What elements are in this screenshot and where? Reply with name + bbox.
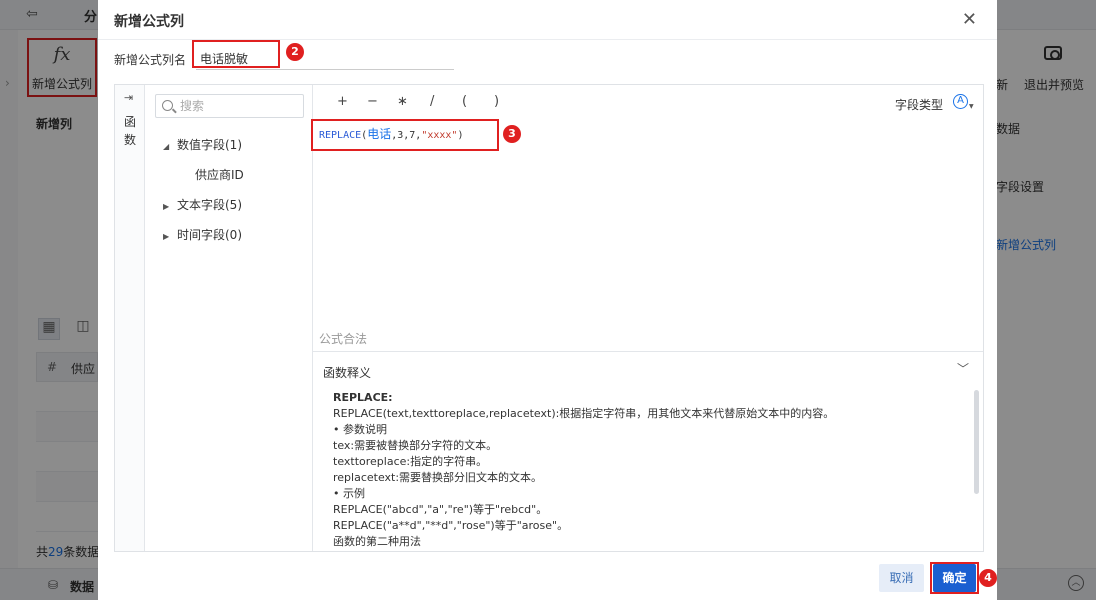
field-tree-panel: ◢数值字段(1) 供应商ID ▶文本字段(5) ▶时间字段(0): [145, 85, 313, 551]
multiply-operator[interactable]: ∗: [397, 94, 408, 109]
minus-operator[interactable]: −: [367, 94, 378, 109]
tree-node-numeric[interactable]: ◢ 数值字段(1): [163, 136, 242, 153]
caret-down-icon[interactable]: ▼: [969, 103, 974, 110]
search-icon: [162, 100, 173, 111]
plus-operator[interactable]: +: [337, 94, 348, 109]
expand-panel-icon[interactable]: ⇥: [124, 91, 133, 104]
highlight-formula-box: [311, 119, 499, 151]
description-line: 函数的第二种用法: [333, 535, 421, 548]
cancel-button[interactable]: 取消: [879, 564, 924, 592]
formula-valid-status: 公式合法: [319, 332, 368, 346]
callout-3: 3: [503, 125, 521, 143]
description-line: texttoreplace:指定的字符串。: [333, 455, 488, 468]
formula-editor: ⇥ 函数 ◢数值字段(1) 供应商ID ▶文本字段(5) ▶时间字段(0) + …: [114, 84, 984, 552]
caret-down-icon: ◢: [163, 142, 170, 151]
tree-node-time[interactable]: ▶ 时间字段(0): [163, 226, 242, 243]
operator-toolbar: + − ∗ / ( ) 字段类型 A ▼: [313, 85, 983, 119]
field-type-icon[interactable]: A: [953, 94, 968, 109]
description-line: REPLACE(text,texttoreplace,replacetext):…: [333, 407, 835, 420]
description-line: tex:需要被替换部分字符的文本。: [333, 439, 498, 452]
description-title: 函数释义: [323, 366, 372, 380]
caret-right-icon: ▶: [163, 232, 170, 241]
divide-operator[interactable]: /: [430, 94, 434, 109]
dialog-header: 新增公式列 ✕: [98, 0, 997, 40]
dialog-title: 新增公式列: [114, 14, 184, 30]
function-panel-tab[interactable]: ⇥ 函数: [115, 85, 145, 551]
description-line: • 参数说明: [333, 423, 387, 436]
open-paren-operator[interactable]: (: [462, 94, 467, 109]
field-search-input[interactable]: [180, 98, 298, 114]
close-icon[interactable]: ✕: [962, 9, 977, 30]
new-formula-column-dialog: 新增公式列 ✕ 新增公式列名 2 ⇥ 函数 ◢数值字段(1) 供应商ID ▶文本…: [98, 0, 997, 600]
highlight-confirm-box: [930, 562, 979, 594]
description-scrollbar[interactable]: [974, 390, 979, 494]
description-line: REPLACE:: [333, 391, 393, 404]
description-line: • 示例: [333, 487, 365, 500]
function-tab-label: 函数: [123, 115, 136, 147]
callout-2: 2: [286, 43, 304, 61]
caret-right-icon: ▶: [163, 202, 170, 211]
column-name-label: 新增公式列名: [114, 53, 187, 67]
chevron-down-icon[interactable]: ﹀: [957, 360, 969, 377]
description-line: replacetext:需要替换部分旧文本的文本。: [333, 471, 543, 484]
description-line: REPLACE("abcd","a","re")等于"rebcd"。: [333, 503, 548, 516]
field-type-label: 字段类型: [895, 98, 944, 112]
field-search[interactable]: [155, 94, 304, 118]
function-description-panel: 函数释义 ﹀ REPLACE: REPLACE(text,texttorepla…: [313, 351, 983, 551]
callout-4: 4: [979, 569, 997, 587]
description-line: REPLACE("a**d","**d","rose")等于"arose"。: [333, 519, 569, 532]
description-body: REPLACE: REPLACE(text,texttoreplace,repl…: [333, 390, 953, 550]
highlight-name-box: [192, 40, 280, 68]
tree-leaf-supplier-id[interactable]: 供应商ID: [195, 166, 244, 183]
formula-area: + − ∗ / ( ) 字段类型 A ▼ REPLACE(电话,3,7,"xxx…: [313, 85, 983, 551]
tree-node-text[interactable]: ▶ 文本字段(5): [163, 196, 242, 213]
close-paren-operator[interactable]: ): [494, 94, 499, 109]
